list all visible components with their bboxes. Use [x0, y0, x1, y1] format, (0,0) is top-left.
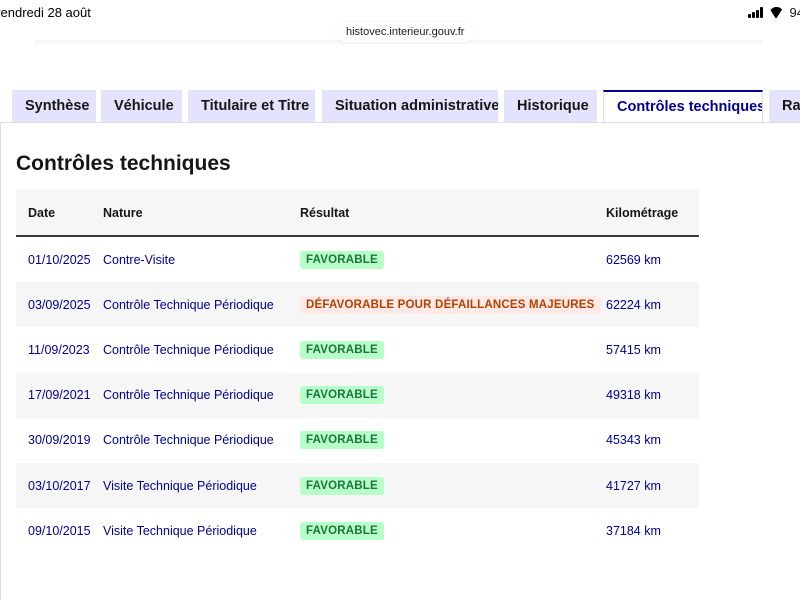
cell-nature: Contrôle Technique Périodique	[103, 342, 274, 357]
status-badge: FAVORABLE	[300, 340, 384, 359]
tab-vehicule[interactable]: Véhicule	[101, 90, 182, 123]
wifi-icon	[769, 7, 784, 18]
table-row: 01/10/2025 Contre-Visite FAVORABLE 62569…	[16, 237, 699, 282]
header-nature: Nature	[103, 205, 143, 220]
cell-result: FAVORABLE	[300, 476, 606, 495]
tab-divider	[0, 122, 800, 123]
header-result: Résultat	[300, 205, 350, 220]
cell-result: DÉFAVORABLE POUR DÉFAILLANCES MAJEURES	[300, 295, 606, 314]
cell-nature: Contrôle Technique Périodique	[103, 433, 274, 448]
cell-result: FAVORABLE	[300, 431, 606, 450]
cell-km: 49318 km	[606, 388, 661, 403]
header-km: Kilométrage	[606, 205, 679, 220]
tab-controles-techniques[interactable]: Contrôles techniques	[603, 90, 763, 124]
header-date: Date	[28, 205, 56, 220]
table-row: 11/09/2023 Contrôle Technique Périodique…	[16, 327, 699, 372]
table-row: 03/09/2025 Contrôle Technique Périodique…	[16, 282, 699, 328]
cell-km: 57415 km	[606, 342, 661, 357]
cell-date: 09/10/2015	[28, 523, 91, 538]
cell-date: 11/09/2023	[28, 342, 90, 357]
cell-date: 30/09/2019	[28, 433, 91, 448]
status-badge: FAVORABLE	[300, 476, 384, 495]
cell-nature: Contrôle Technique Périodique	[103, 297, 274, 312]
status-badge: FAVORABLE	[300, 386, 384, 405]
status-date: vendredi 28 août	[0, 5, 91, 20]
page-title: Contrôles techniques	[16, 152, 231, 175]
controles-table: Date Nature Résultat Kilométrage 01/10/2…	[16, 190, 699, 553]
cell-date: 03/10/2017	[28, 478, 91, 493]
status-badge: DÉFAVORABLE POUR DÉFAILLANCES MAJEURES	[300, 295, 601, 314]
status-badge: FAVORABLE	[300, 521, 384, 540]
cell-nature: Contrôle Technique Périodique	[103, 388, 274, 403]
cell-date: 01/10/2025	[28, 252, 91, 267]
status-indicators: 94	[747, 5, 800, 20]
cell-km: 45343 km	[606, 433, 661, 448]
table-header: Date Nature Résultat Kilométrage	[16, 190, 699, 237]
address-bar[interactable]: histovec.interieur.gouv.fr	[336, 22, 475, 42]
table-row: 17/09/2021 Contrôle Technique Périodique…	[16, 372, 699, 418]
tab-bar: Synthèse Véhicule Titulaire et Titre Sit…	[0, 90, 800, 124]
table-row: 30/09/2019 Contrôle Technique Périodique…	[16, 418, 699, 463]
tab-synthese[interactable]: Synthèse	[12, 90, 96, 123]
cell-date: 03/09/2025	[28, 297, 91, 312]
cell-result: FAVORABLE	[300, 386, 606, 405]
cell-km: 41727 km	[606, 478, 661, 493]
signal-icon	[747, 7, 763, 18]
status-badge: FAVORABLE	[300, 250, 384, 269]
table-row: 09/10/2015 Visite Technique Périodique F…	[16, 508, 699, 553]
cell-result: FAVORABLE	[300, 250, 606, 269]
tab-rapport[interactable]: Rap	[769, 90, 800, 123]
status-badge: FAVORABLE	[300, 431, 384, 450]
tab-historique[interactable]: Historique	[504, 90, 597, 123]
cell-nature: Visite Technique Périodique	[103, 478, 257, 493]
cell-result: FAVORABLE	[300, 340, 606, 359]
cell-km: 37184 km	[606, 523, 661, 538]
tab-situation-administrative[interactable]: Situation administrative	[322, 90, 498, 123]
panel-border	[0, 122, 1, 600]
cell-km: 62569 km	[606, 252, 661, 267]
table-row: 03/10/2017 Visite Technique Périodique F…	[16, 462, 699, 509]
cell-result: FAVORABLE	[300, 521, 606, 540]
tab-titulaire[interactable]: Titulaire et Titre	[188, 90, 315, 123]
cell-nature: Visite Technique Périodique	[103, 523, 257, 538]
cell-km: 62224 km	[606, 297, 661, 312]
battery-level: 94	[789, 5, 800, 20]
cell-nature: Contre-Visite	[103, 252, 176, 267]
cell-date: 17/09/2021	[28, 388, 91, 403]
